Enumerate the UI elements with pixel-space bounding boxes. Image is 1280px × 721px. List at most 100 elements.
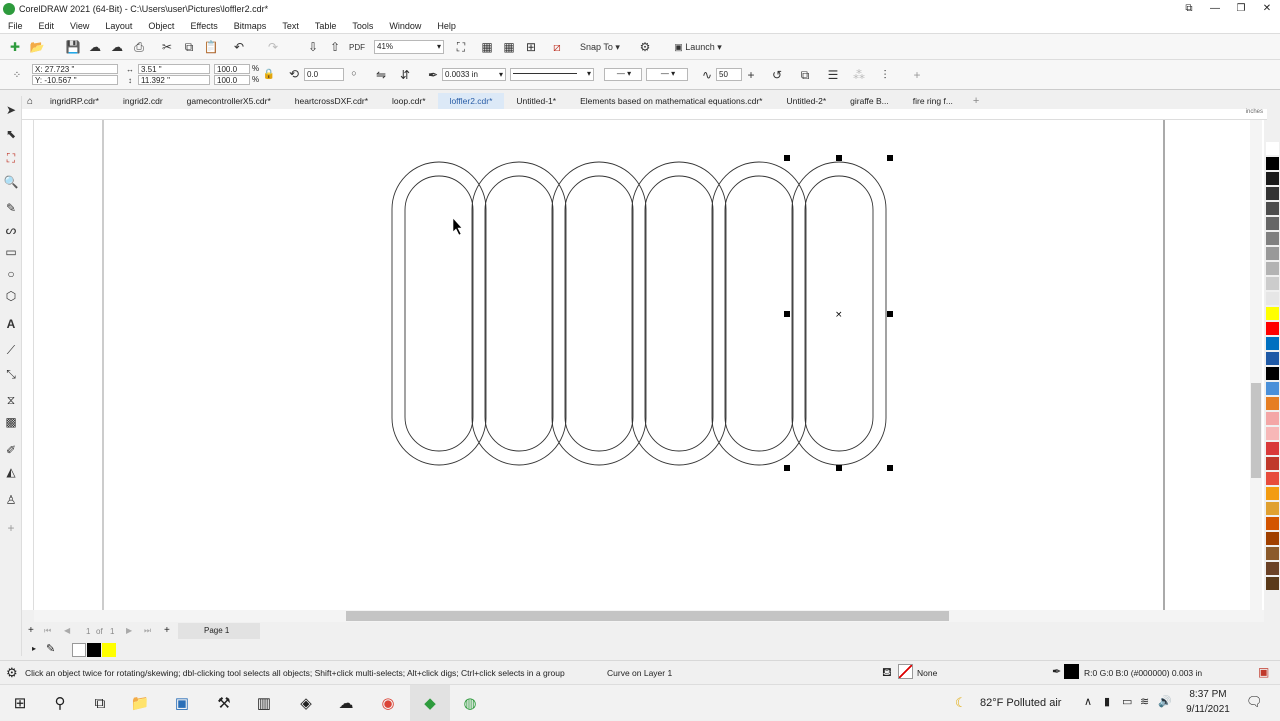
doc-tab[interactable]: ingridRP.cdr* (38, 93, 111, 109)
end-arrowhead-dropdown[interactable]: — ▾ (646, 68, 688, 81)
minimize-button[interactable]: — (1202, 0, 1228, 18)
first-page-icon[interactable]: ⏮ (44, 626, 51, 636)
smart-fill-icon[interactable]: ♙ (3, 492, 19, 508)
zoom-tool-icon[interactable]: 🔍 (3, 174, 19, 190)
smoothing-input[interactable]: 50 (716, 68, 742, 81)
connector-tool-icon[interactable]: ⤡ (3, 366, 19, 382)
full-screen-icon[interactable]: ⛶ (452, 38, 470, 56)
doc-tab[interactable]: giraffe B... (838, 93, 901, 109)
palette-swatch[interactable] (1266, 337, 1279, 350)
menu-object[interactable]: Object (140, 21, 182, 31)
palette-swatch[interactable] (1266, 472, 1279, 485)
doc-tab[interactable]: Untitled-2* (774, 93, 838, 109)
publish-pdf-icon[interactable]: PDF (348, 38, 366, 56)
parallel-dimension-icon[interactable]: ⟋ (3, 342, 19, 358)
vertical-scroll-thumb[interactable] (1251, 383, 1261, 478)
windows-start-icon[interactable]: ⊞ (0, 685, 40, 721)
color-proof-icon[interactable]: ▣ (1258, 665, 1269, 679)
add-icon[interactable]: + (908, 66, 926, 84)
show-guidelines-icon[interactable]: ⊞ (522, 38, 540, 56)
snap-off-icon[interactable]: ⧄ (548, 38, 566, 56)
import-icon[interactable]: ⇩ (304, 38, 322, 56)
object-height-input[interactable]: 11.392 " (138, 75, 210, 85)
paste-icon[interactable]: 📋 (202, 38, 220, 56)
status-gear-icon[interactable]: ⚙ (6, 665, 18, 681)
doc-tab[interactable]: Untitled-1* (504, 93, 568, 109)
show-hidden-icons[interactable]: ∧ (1084, 695, 1092, 708)
mirror-vertical-icon[interactable]: ⇵ (396, 66, 414, 84)
vertical-scrollbar[interactable] (1250, 120, 1262, 610)
palette-swatch[interactable] (1266, 547, 1279, 560)
menu-table[interactable]: Table (307, 21, 345, 31)
line-style-dropdown[interactable]: ▾ (510, 68, 594, 81)
palette-swatch[interactable] (1266, 232, 1279, 245)
drawing-canvas[interactable]: × (34, 120, 1264, 610)
adjust-icon[interactable]: ⫶ (876, 66, 894, 84)
loop-inner[interactable] (484, 175, 554, 452)
app-icon[interactable]: ▣ (162, 685, 202, 721)
print-icon[interactable]: ⎙ (130, 38, 148, 56)
menu-tools[interactable]: Tools (344, 21, 381, 31)
pick-tool-icon[interactable]: ➤ (3, 102, 19, 118)
doc-tab[interactable]: ingrid2.cdr (111, 93, 175, 109)
mirror-horizontal-icon[interactable]: ⇋ (372, 66, 390, 84)
doc-tab[interactable]: fire ring f... (901, 93, 965, 109)
palette-swatch[interactable] (1266, 397, 1279, 410)
app-icon[interactable]: ☁ (326, 685, 366, 721)
cloud-upload-icon[interactable]: ☁ (86, 38, 104, 56)
prev-page-icon[interactable]: ◀ (64, 626, 70, 635)
x-position-input[interactable]: X: 27.723 " (32, 64, 118, 74)
palette-swatch[interactable] (1266, 157, 1279, 170)
document-color-swatch[interactable] (102, 643, 116, 657)
file-explorer-icon[interactable]: 📁 (120, 685, 160, 721)
doc-tab[interactable]: heartcrossDXF.cdr* (283, 93, 380, 109)
palette-swatch[interactable] (1266, 517, 1279, 530)
corel-app-icon[interactable]: ◍ (450, 685, 490, 721)
doc-tab-active[interactable]: loffler2.cdr* (437, 93, 505, 109)
spread-icon[interactable]: ⁂ (850, 66, 868, 84)
export-icon[interactable]: ⇧ (326, 38, 344, 56)
eyedropper-tool-icon[interactable]: ✐ (3, 442, 19, 458)
doc-tab[interactable]: gamecontrollerX5.cdr* (175, 93, 283, 109)
weather-status[interactable]: 82°F Polluted air (980, 697, 1061, 709)
page-tab[interactable]: Page 1 (178, 623, 260, 639)
wifi-icon[interactable]: ≋ (1140, 695, 1149, 708)
search-icon[interactable]: ⚲ (40, 685, 80, 721)
app-icon[interactable]: ⚒ (204, 685, 244, 721)
show-grid-icon[interactable]: ▦ (500, 38, 518, 56)
save-icon[interactable]: 💾 (64, 38, 82, 56)
new-tab-icon[interactable]: + (965, 95, 987, 107)
next-page-icon[interactable]: ▶ (126, 626, 132, 635)
outline-width-input[interactable]: 0.0033 in ▾ (442, 68, 506, 81)
loop-inner[interactable] (404, 175, 474, 452)
palette-swatch[interactable] (1266, 487, 1279, 500)
add-page-end-icon[interactable]: + (164, 625, 170, 636)
palette-swatch[interactable] (1266, 457, 1279, 470)
close-button[interactable]: ✕ (1254, 0, 1280, 18)
text-tool-icon[interactable]: A (3, 316, 19, 332)
doc-tab[interactable]: Elements based on mathematical equations… (568, 93, 774, 109)
no-color-swatch[interactable] (72, 643, 86, 657)
coreldraw-icon[interactable]: ◆ (410, 685, 450, 721)
copy-icon[interactable]: ⧉ (180, 38, 198, 56)
clock-time[interactable]: 8:37 PM (1188, 689, 1228, 700)
rectangle-tool-icon[interactable]: ▭ (3, 244, 19, 260)
app-icon[interactable]: ▥ (244, 685, 284, 721)
no-fill-swatch[interactable] (898, 664, 913, 679)
options-gear-icon[interactable]: ⚙ (636, 38, 654, 56)
close-curve-icon[interactable]: ↺ (768, 66, 786, 84)
crop-tool-icon[interactable]: ⛶ (3, 150, 19, 166)
y-position-input[interactable]: Y: -10.567 " (32, 75, 118, 85)
palette-swatch[interactable] (1266, 412, 1279, 425)
palette-swatch[interactable] (1266, 367, 1279, 380)
rotation-angle-input[interactable]: 0.0 (304, 68, 344, 81)
add-page-icon[interactable]: + (28, 625, 34, 636)
scale-width-input[interactable]: 100.0 (214, 64, 250, 74)
restore-view-icon[interactable]: ⧉ (1176, 0, 1202, 18)
menu-layout[interactable]: Layout (97, 21, 140, 31)
polygon-tool-icon[interactable]: ⬡ (3, 288, 19, 304)
palette-swatch[interactable] (1266, 442, 1279, 455)
loop-inner[interactable] (564, 175, 634, 452)
palette-swatch[interactable] (1266, 532, 1279, 545)
plus-icon[interactable]: + (744, 66, 758, 84)
